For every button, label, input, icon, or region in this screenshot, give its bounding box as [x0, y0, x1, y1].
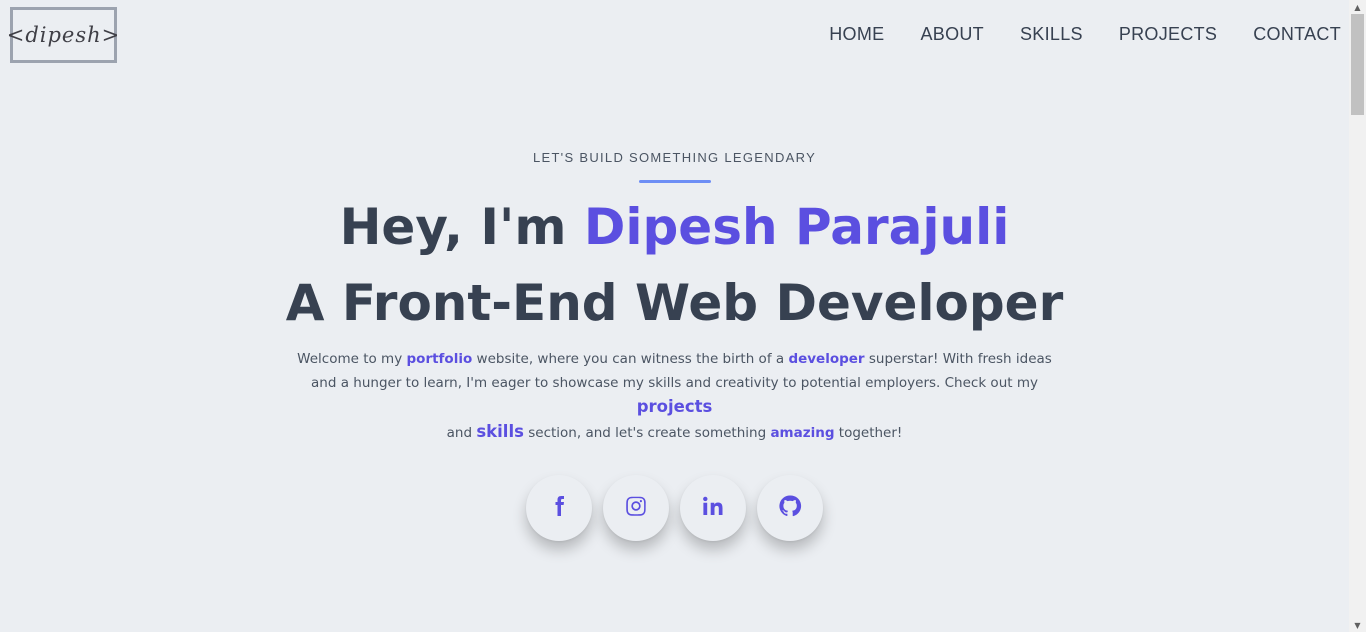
- hero-name: Dipesh Parajuli: [583, 198, 1010, 256]
- intro-highlight-developer: developer: [788, 351, 865, 367]
- intro-highlight-amazing: amazing: [770, 425, 835, 441]
- github-icon: [778, 494, 802, 522]
- hero-intro: Welcome to my portfolio website, where y…: [290, 347, 1060, 445]
- instagram-button[interactable]: [603, 475, 669, 541]
- intro-text-2: website, where you can witness the birth…: [472, 351, 789, 367]
- intro-highlight-skills: skills: [476, 422, 524, 441]
- hero-role: A Front-End Web Developer: [285, 274, 1064, 332]
- instagram-icon: [624, 494, 648, 522]
- logo-text: <dipesh>: [6, 23, 121, 47]
- greeting-prefix: Hey, I'm: [339, 198, 584, 256]
- hero-tagline: LET'S BUILD SOMETHING LEGENDARY: [532, 150, 817, 165]
- scroll-down-arrow-icon[interactable]: ▼: [1349, 618, 1366, 632]
- vertical-scrollbar[interactable]: ▲ ▼: [1349, 0, 1366, 632]
- scrollbar-thumb[interactable]: [1351, 14, 1364, 115]
- nav-home-link[interactable]: HOME: [829, 24, 884, 45]
- intro-text-1: Welcome to my: [297, 351, 407, 367]
- intro-text-6: together!: [834, 425, 903, 441]
- nav-about-link[interactable]: ABOUT: [920, 24, 984, 45]
- intro-highlight-portfolio: portfolio: [406, 351, 473, 367]
- nav-contact-link[interactable]: CONTACT: [1253, 24, 1341, 45]
- hero-section: LET'S BUILD SOMETHING LEGENDARY Hey, I'm…: [0, 150, 1349, 541]
- nav-skills-link[interactable]: SKILLS: [1020, 24, 1083, 45]
- nav-projects-link[interactable]: PROJECTS: [1119, 24, 1217, 45]
- scroll-up-arrow-icon[interactable]: ▲: [1349, 0, 1366, 14]
- linkedin-icon: [701, 494, 725, 522]
- tagline-divider: [638, 180, 711, 183]
- intro-highlight-projects: projects: [636, 397, 713, 416]
- intro-text-5: section, and let's create something: [523, 425, 771, 441]
- site-logo[interactable]: <dipesh>: [7, 7, 119, 63]
- linkedin-button[interactable]: [680, 475, 746, 541]
- github-button[interactable]: [757, 475, 823, 541]
- main-nav: HOME ABOUT SKILLS PROJECTS CONTACT: [793, 24, 1341, 45]
- intro-text-4: and: [446, 425, 477, 441]
- facebook-icon: [547, 494, 571, 522]
- facebook-button[interactable]: [526, 475, 592, 541]
- social-links: [0, 475, 1349, 541]
- hero-heading: Hey, I'm Dipesh Parajuli A Front-End Web…: [0, 189, 1349, 341]
